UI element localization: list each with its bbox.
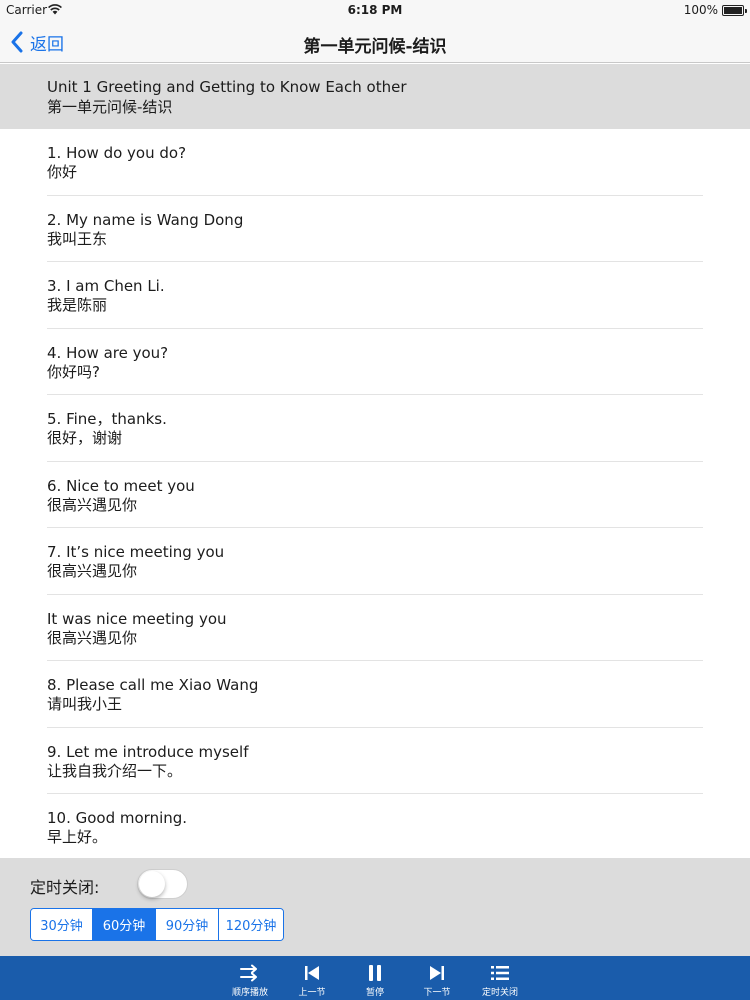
order-play-button[interactable]: 顺序播放 xyxy=(220,956,280,1000)
lesson-english: It was nice meeting you xyxy=(47,609,227,628)
lesson-english: 6. Nice to meet you xyxy=(47,476,195,495)
segment-90-minutes[interactable]: 90分钟 xyxy=(156,909,219,940)
lesson-english: 3. I am Chen Li. xyxy=(47,277,165,295)
segment-30-minutes[interactable]: 30分钟 xyxy=(31,909,93,940)
unit-title-chinese: 第一单元问候-结识 xyxy=(47,98,173,116)
battery-percentage: 100% xyxy=(683,3,718,17)
next-label: 下一节 xyxy=(423,988,451,998)
page-title: 第一单元问候-结识 xyxy=(303,37,447,57)
previous-label: 上一节 xyxy=(298,988,326,998)
lesson-chinese: 请叫我小王 xyxy=(47,695,123,713)
playback-toolbar: 顺序播放 上一节 暂停 下一节 定时关闭 xyxy=(0,956,750,1000)
timer-off-button[interactable]: 定时关闭 xyxy=(470,956,530,1000)
lesson-item[interactable]: 8. Please call me Xiao Wang 请叫我小王 xyxy=(0,661,750,728)
lesson-chinese: 很高兴遇见你 xyxy=(47,628,138,647)
lesson-english: 10. Good morning. xyxy=(47,809,188,827)
lesson-chinese: 你好 xyxy=(47,163,78,181)
timer-off-label: 定时关闭 xyxy=(481,988,518,998)
navigation-bar: 返回 第一单元问候-结识 xyxy=(0,22,750,63)
lesson-item[interactable]: It was nice meeting you 很高兴遇见你 xyxy=(0,595,750,662)
lesson-item[interactable]: 3. I am Chen Li. 我是陈丽 xyxy=(0,262,750,329)
lesson-english: 8. Please call me Xiao Wang xyxy=(47,676,259,694)
timer-label: 定时关闭: xyxy=(30,878,100,897)
unit-title-english: Unit 1 Greeting and Getting to Know Each… xyxy=(47,78,407,96)
lesson-chinese: 很好，谢谢 xyxy=(47,429,123,447)
timer-duration-segmented-control: 30分钟 60分钟 90分钟 120分钟 xyxy=(30,908,284,941)
pause-label: 暂停 xyxy=(365,988,384,998)
lesson-english: 7. It’s nice meeting you xyxy=(47,543,225,561)
lesson-chinese: 让我自我介绍一下。 xyxy=(47,761,183,780)
lesson-chinese: 我叫王东 xyxy=(47,229,108,248)
order-play-label: 顺序播放 xyxy=(231,988,268,998)
clock: 6:18 PM xyxy=(347,3,403,17)
lesson-chinese: 很高兴遇见你 xyxy=(47,562,138,580)
sequential-play-icon xyxy=(240,964,257,982)
timer-toggle[interactable] xyxy=(137,869,188,899)
lesson-item[interactable]: 10. Good morning. 早上好。 xyxy=(0,794,750,858)
lesson-item[interactable]: 4. How are you? 你好吗? xyxy=(0,329,750,396)
lesson-english: 1. How do you do? xyxy=(47,144,187,162)
segment-60-minutes[interactable]: 60分钟 xyxy=(93,909,156,940)
timer-panel: 定时关闭: xyxy=(0,858,750,956)
lesson-list[interactable]: 1. How do you do? 你好 2. My name is Wang … xyxy=(0,129,750,858)
lesson-english: 9. Let me introduce myself xyxy=(47,742,249,761)
segment-120-minutes[interactable]: 120分钟 xyxy=(219,909,283,940)
lesson-english: 5. Fine，thanks. xyxy=(47,410,167,428)
lesson-item[interactable]: 9. Let me introduce myself 让我自我介绍一下。 xyxy=(0,728,750,795)
lesson-item[interactable]: 6. Nice to meet you 很高兴遇见你 xyxy=(0,462,750,529)
lesson-item[interactable]: 2. My name is Wang Dong 我叫王东 xyxy=(0,196,750,263)
toggle-knob xyxy=(139,871,165,897)
list-icon xyxy=(491,966,509,980)
lesson-chinese: 你好吗? xyxy=(47,362,100,381)
pause-icon xyxy=(369,965,381,981)
skip-previous-icon xyxy=(305,966,319,980)
lesson-item[interactable]: 5. Fine，thanks. 很好，谢谢 xyxy=(0,395,750,462)
pause-button[interactable]: 暂停 xyxy=(345,956,405,1000)
next-button[interactable]: 下一节 xyxy=(407,956,467,1000)
status-bar: Carrier 6:18 PM 100% xyxy=(0,0,750,22)
lesson-item[interactable]: 1. How do you do? 你好 xyxy=(0,129,750,196)
lesson-english: 4. How are you? xyxy=(47,343,169,362)
previous-button[interactable]: 上一节 xyxy=(282,956,342,1000)
battery-icon xyxy=(722,5,747,16)
unit-header: Unit 1 Greeting and Getting to Know Each… xyxy=(0,64,750,129)
lesson-chinese: 早上好。 xyxy=(47,828,108,846)
skip-next-icon xyxy=(430,966,444,980)
lesson-english: 2. My name is Wang Dong xyxy=(47,210,244,229)
lesson-chinese: 很高兴遇见你 xyxy=(47,495,138,514)
lesson-chinese: 我是陈丽 xyxy=(47,296,108,314)
lesson-item[interactable]: 7. It’s nice meeting you 很高兴遇见你 xyxy=(0,528,750,595)
